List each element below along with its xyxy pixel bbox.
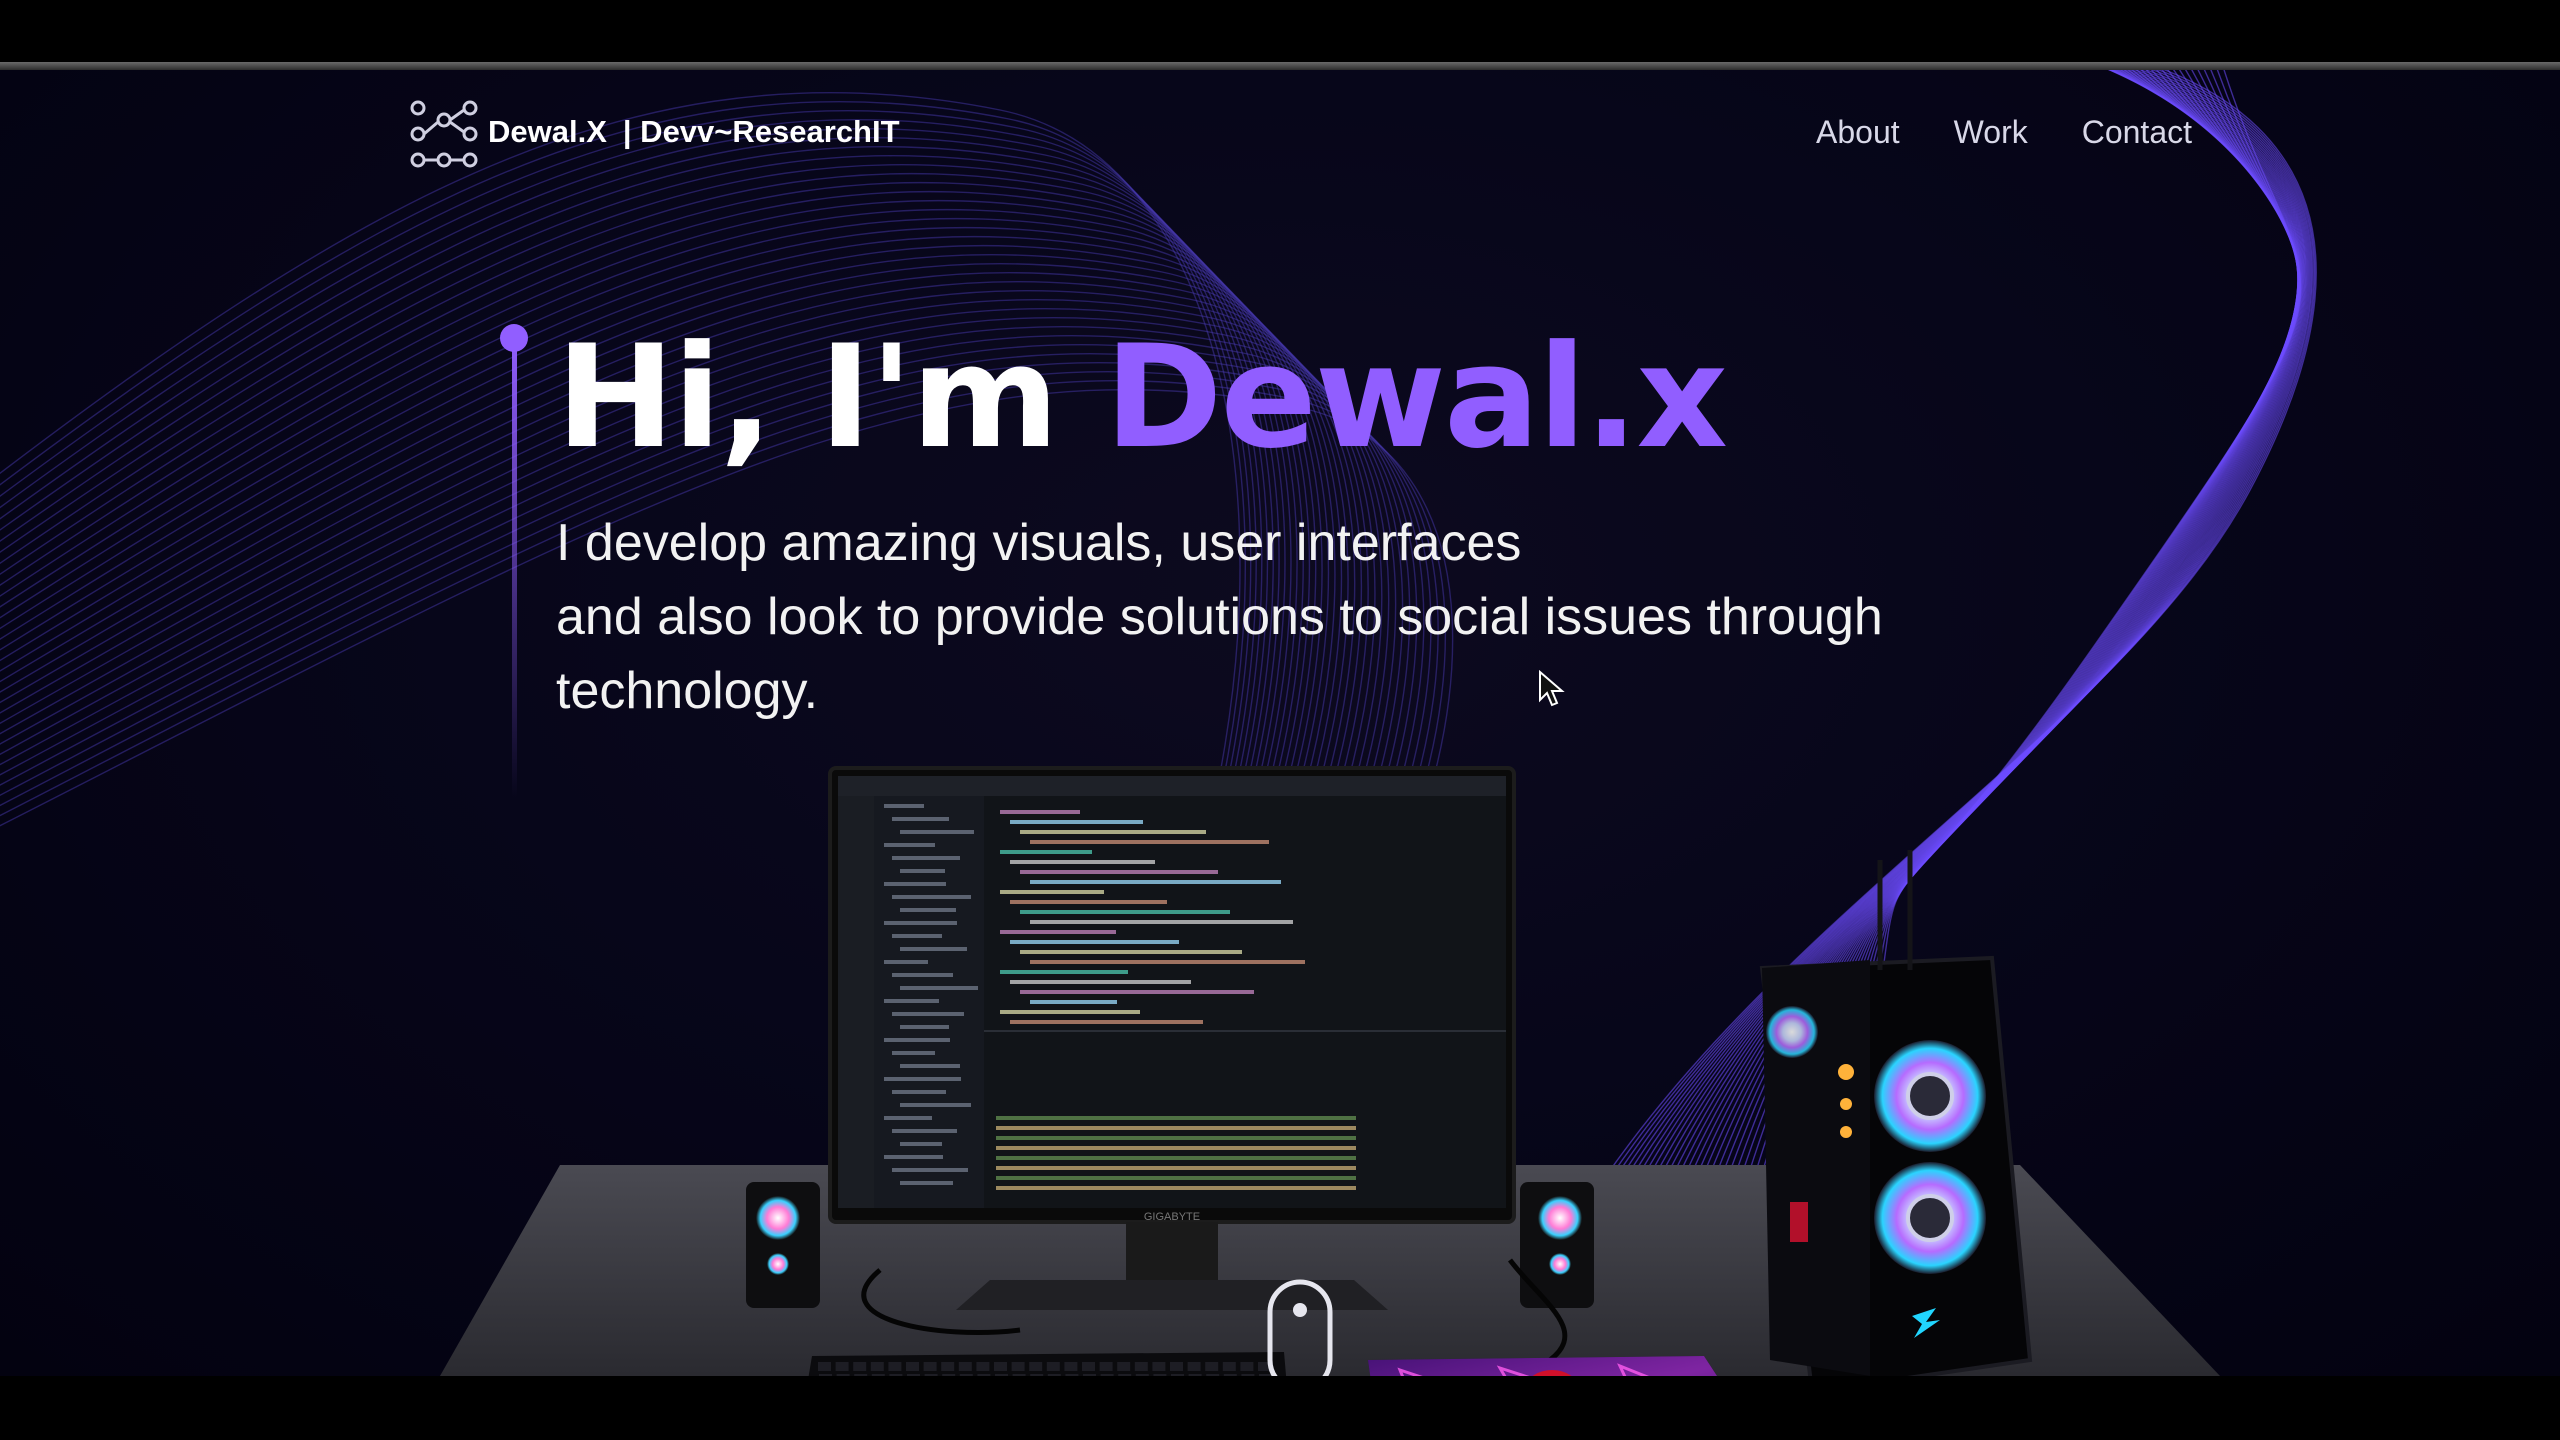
hero-greeting: Hi, I'm [556,315,1105,480]
browser-bottom-bar [0,1376,2560,1440]
brand-title[interactable]: Dewal.X | Devv~ResearchIT [488,114,916,150]
nav-link-contact[interactable]: Contact [2082,114,2192,151]
pc-tower [1759,850,2033,1376]
left-speaker [746,1182,820,1308]
rgb-keyboard [808,1352,1287,1376]
brand-name: Dewal.X [488,114,607,149]
hero-title: Hi, I'm Dewal.x [556,319,1728,476]
mouse-pointer-icon [1539,670,1565,707]
hero-subtitle-line1: I develop amazing visuals, user interfac… [556,514,1522,572]
nav-link-about[interactable]: About [1816,114,1900,151]
monitor-brand-label: GIGABYTE [1144,1211,1200,1223]
hero-canvas: GIGABYTE Dewal.X | Devv~ResearchIT About… [0,70,2560,1376]
nav-links: About Work Contact [1816,114,2192,151]
hero-accent-line [512,338,517,798]
brand-tagline: | Devv~ResearchIT [622,114,900,149]
right-speaker [1520,1182,1594,1308]
hero-subtitle: I develop amazing visuals, user interfac… [556,506,2056,728]
browser-top-bar [0,0,2560,62]
browser-top-divider [0,62,2560,70]
hero-subtitle-line2: and also look to provide solutions to so… [556,588,1883,720]
nav-link-work[interactable]: Work [1954,114,2028,151]
hero-name: Dewal.x [1104,315,1728,480]
network-graph-icon[interactable] [408,98,480,170]
